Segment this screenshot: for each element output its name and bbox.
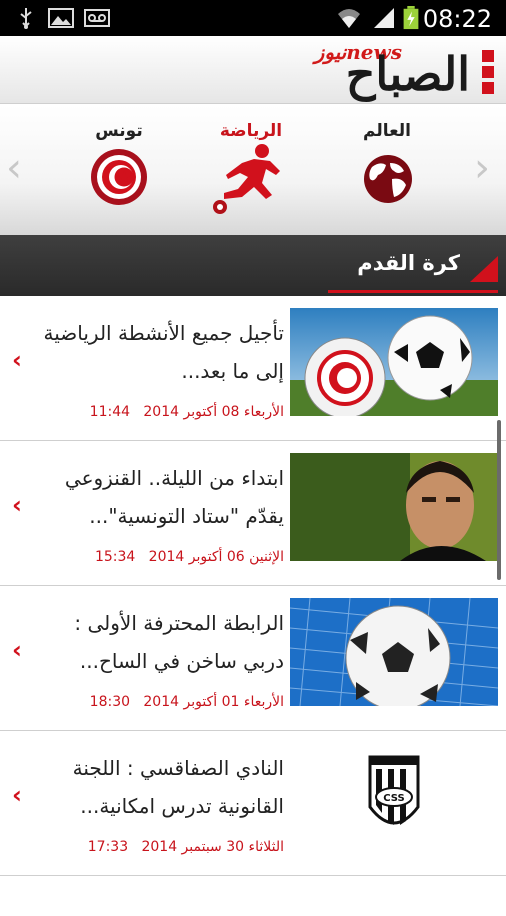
globe-icon (364, 155, 412, 203)
category-label: الرياضة (219, 121, 283, 141)
article-time: 17:33 (87, 839, 129, 855)
battery-icon (403, 6, 419, 30)
article-list: تأجيل جميع الأنشطة الرياضية إلى ما بعد..… (0, 296, 506, 916)
article-date: الثلاثاء 30 سبتمبر 2014 17:33 (24, 839, 284, 855)
brand-logo[interactable]: نيوزnews الصباح (298, 40, 498, 100)
carousel-next-arrow-icon[interactable]: › (474, 145, 490, 191)
category-carousel[interactable]: تونس الرياضة العالم ر ‹ › (0, 105, 506, 247)
svg-text:CSS: CSS (383, 793, 404, 804)
article-title[interactable]: الرابطة المحترفة الأولى : دربي ساخن في ا… (34, 604, 284, 680)
category-label: العالم (363, 121, 411, 141)
section-title: كرة القدم (357, 251, 460, 275)
carousel-prev-arrow-icon[interactable]: ‹ (6, 145, 22, 191)
article-thumbnail (290, 453, 498, 561)
chevron-left-icon[interactable]: ‹ (12, 491, 22, 519)
article-thumbnail (290, 598, 498, 706)
app-header: نيوزnews الصباح (0, 36, 506, 104)
brand-name: الصباح (345, 47, 470, 101)
article-time: 18:30 (89, 694, 131, 710)
wifi-icon (338, 9, 360, 28)
scrollbar[interactable] (497, 420, 501, 580)
section-corner-decoration (470, 256, 498, 282)
image-icon (48, 8, 74, 28)
article-title[interactable]: ابتداء من الليلة.. القنزوعي يقدّم "ستاد … (34, 459, 284, 535)
usb-icon (20, 8, 32, 29)
brand-mark-icon (482, 50, 494, 94)
article-time: 11:44 (89, 404, 131, 420)
football-player-icon (213, 144, 280, 214)
category-tunisia[interactable]: تونس (64, 105, 174, 235)
section-underline (328, 290, 498, 293)
chevron-left-icon[interactable]: ‹ (12, 346, 22, 374)
article-title[interactable]: النادي الصفاقسي : اللجنة القانونية تدرس … (34, 749, 284, 825)
article-time: 15:34 (94, 549, 136, 565)
css-club-logo-icon: CSS (368, 755, 420, 825)
article-thumbnail (290, 308, 498, 416)
section-header: كرة القدم (0, 235, 506, 296)
category-label: تونس (95, 121, 143, 141)
category-world[interactable]: العالم (332, 105, 442, 235)
article-date-text: الأربعاء 01 أكتوبر 2014 (143, 694, 284, 710)
article-date-text: الأربعاء 08 أكتوبر 2014 (143, 404, 284, 420)
list-item[interactable]: CSS النادي الصفاقسي : اللجنة القانونية ت… (0, 731, 506, 876)
chevron-left-icon[interactable]: ‹ (12, 636, 22, 664)
article-date: الأربعاء 08 أكتوبر 2014 11:44 (24, 404, 284, 420)
list-item[interactable]: تأجيل جميع الأنشطة الرياضية إلى ما بعد..… (0, 296, 506, 441)
clock: 08:22 (422, 5, 492, 33)
voicemail-icon (84, 9, 110, 27)
category-sports[interactable]: الرياضة (196, 105, 306, 235)
article-date: الأربعاء 01 أكتوبر 2014 18:30 (24, 694, 284, 710)
article-title[interactable]: تأجيل جميع الأنشطة الرياضية إلى ما بعد..… (34, 314, 284, 390)
signal-icon (374, 8, 394, 28)
article-date-text: الإثنين 06 أكتوبر 2014 (148, 549, 284, 565)
list-item[interactable]: ابتداء من الليلة.. القنزوعي يقدّم "ستاد … (0, 441, 506, 586)
article-thumbnail: CSS (290, 743, 498, 851)
list-item-partial[interactable] (0, 876, 506, 916)
status-bar: 08:22 (0, 0, 506, 36)
list-item[interactable]: الرابطة المحترفة الأولى : دربي ساخن في ا… (0, 586, 506, 731)
chevron-left-icon[interactable]: ‹ (12, 781, 22, 809)
tunisia-flag-icon (91, 149, 147, 205)
article-date-text: الثلاثاء 30 سبتمبر 2014 (141, 839, 284, 855)
article-date: الإثنين 06 أكتوبر 2014 15:34 (24, 549, 284, 565)
